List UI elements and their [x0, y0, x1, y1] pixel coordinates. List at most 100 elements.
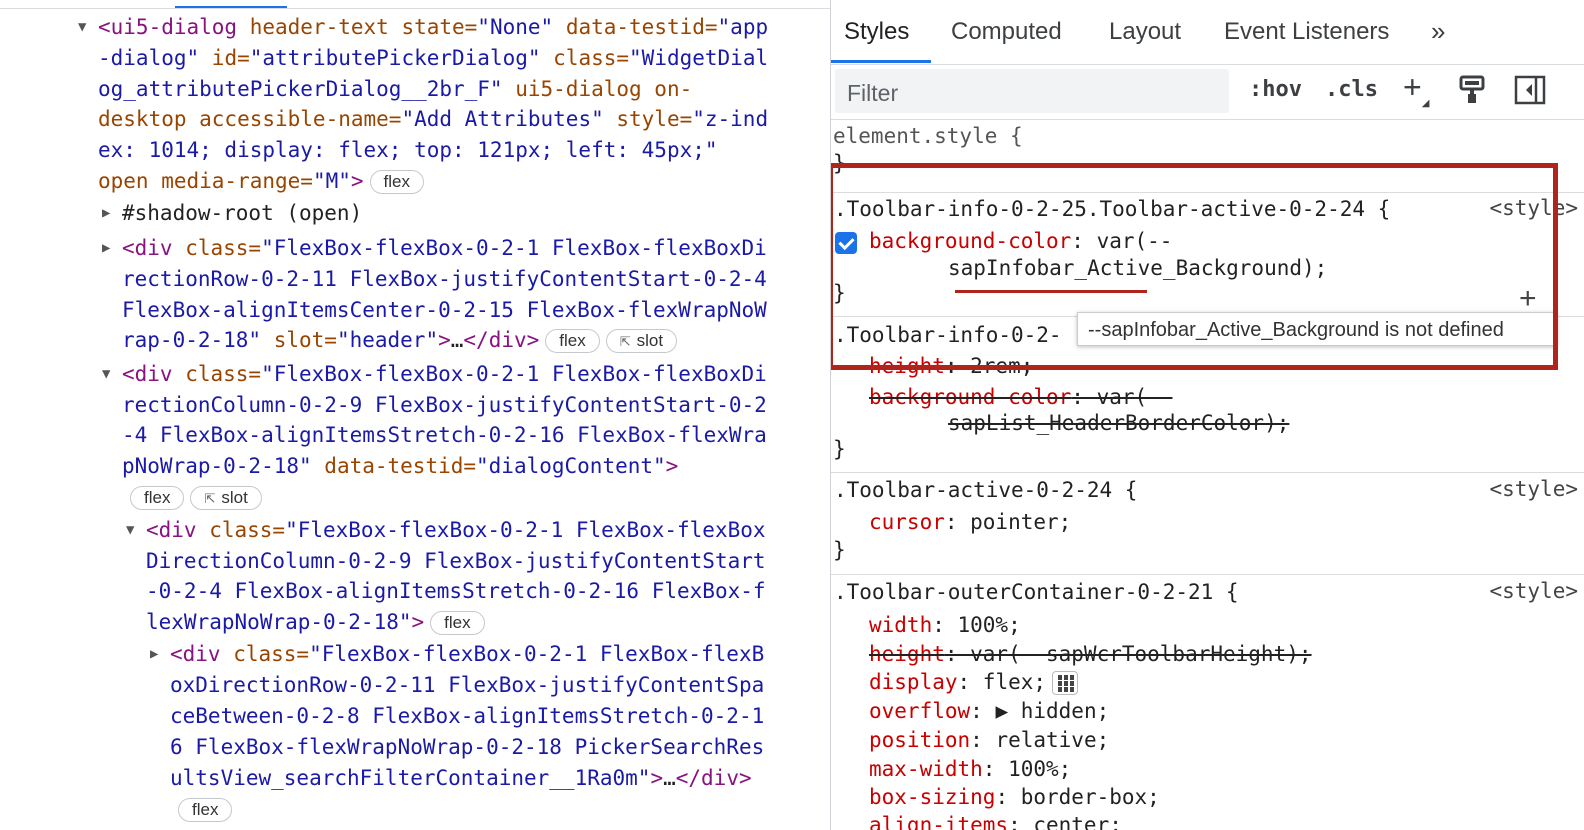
dom-node-line[interactable]: rectionRow-0-2-11 FlexBox-justifyContent… — [122, 264, 767, 295]
hov-button[interactable]: :hov — [1249, 77, 1302, 102]
rule4-selector[interactable]: .Toolbar-outerContainer-0-2-21 { — [834, 577, 1239, 607]
dom-token: -4 FlexBox-alignItemsStretch-0-2-16 Flex… — [122, 423, 767, 447]
new-rule-plus-icon[interactable]: +◢ — [1403, 69, 1429, 109]
flex-badge[interactable]: flex — [545, 329, 600, 353]
dom-node-line[interactable]: ex: 1014; display: flex; top: 121px; lef… — [98, 135, 718, 166]
rule4-declaration-align-items[interactable]: align-items: center; — [869, 810, 1122, 830]
dom-node-line[interactable]: open media-range="M"> flex — [98, 166, 424, 197]
rule3-close: } — [833, 538, 846, 562]
slot-badge[interactable]: ⇱ slot — [605, 329, 678, 353]
dom-token: "None" — [477, 15, 566, 39]
css-property: position — [869, 728, 971, 752]
selected-tab-indicator — [175, 0, 287, 8]
undefined-var-underline — [955, 290, 1147, 293]
flex-badge[interactable]: flex — [430, 611, 485, 635]
dom-node-line[interactable]: DirectionColumn-0-2-9 FlexBox-justifyCon… — [146, 546, 766, 577]
dom-node-line[interactable]: <div class="FlexBox-flexBox-0-2-1 FlexBo… — [122, 233, 767, 264]
collapse-triangle-icon[interactable]: ▼ — [78, 12, 86, 43]
add-declaration-plus-icon[interactable]: + — [1519, 282, 1537, 316]
dom-token: "FlexBox-flexBox-0-2-1 FlexBox-flexB — [309, 642, 765, 666]
dom-token: rectionRow-0-2-11 FlexBox-justifyContent… — [122, 267, 767, 291]
slot-badge[interactable]: ⇱ slot — [190, 486, 262, 510]
dom-node-line[interactable]: -dialog" id="attributePickerDialog" clas… — [98, 43, 768, 74]
rule4-declaration-max-width[interactable]: max-width: 100%; — [869, 754, 1071, 784]
dom-node-line[interactable]: <div class="FlexBox-flexBox-0-2-1 FlexBo… — [170, 639, 764, 670]
css-property: display — [869, 670, 958, 694]
collapse-triangle-icon[interactable]: ▼ — [126, 515, 134, 546]
rule1-declaration[interactable]: background-color: var(-- — [869, 226, 1172, 256]
dom-token: > — [650, 766, 664, 790]
dom-node-line[interactable]: rap-0-2-18" slot="header">…</div> flex ⇱ sl… — [122, 325, 678, 356]
dom-node-line[interactable]: ceBetween-0-2-8 FlexBox-alignItemsStretc… — [170, 701, 764, 732]
dom-node-line[interactable]: <div class="FlexBox-flexBox-0-2-1 FlexBo… — [122, 359, 767, 390]
rule1-selector[interactable]: .Toolbar-info-0-2-25.Toolbar-active-0-2-… — [834, 194, 1390, 224]
dom-node-line[interactable]: -0-2-4 FlexBox-alignItemsStretch-0-2-16 … — [146, 576, 766, 607]
badge-label: flex — [559, 331, 586, 350]
expand-triangle-icon[interactable]: ▶ — [102, 198, 110, 229]
rule4-declaration-box-sizing[interactable]: box-sizing: border-box; — [869, 782, 1160, 812]
rule4-source-link[interactable]: <style> — [1489, 579, 1578, 603]
dom-node-line[interactable]: <ui5-dialog header-text state="None" dat… — [98, 12, 768, 43]
rule4-declaration-display[interactable]: display: flex; — [869, 667, 1079, 697]
dom-token: ui5-dialog on- — [515, 77, 693, 101]
dom-token: og_attributePickerDialog__2br_F" — [98, 77, 516, 101]
badge-label: flex — [383, 172, 410, 191]
rule3-source-link[interactable]: <style> — [1489, 477, 1578, 501]
expand-triangle-icon[interactable]: ▶ — [150, 639, 158, 670]
dom-node-line[interactable]: oxDirectionRow-0-2-11 FlexBox-justifyCon… — [170, 670, 764, 701]
rule2-selector[interactable]: .Toolbar-info-0-2- — [834, 320, 1062, 350]
dom-token: style= — [616, 107, 693, 131]
rule3-declaration[interactable]: cursor: pointer; — [869, 507, 1071, 537]
tab-styles[interactable]: Styles — [844, 18, 909, 46]
tab-layout[interactable]: Layout — [1109, 18, 1181, 46]
dom-token: <div — [170, 642, 234, 666]
dom-token: > — [350, 169, 364, 193]
rule2-decl-height[interactable]: height: 2rem; — [869, 351, 1033, 381]
dom-node-line[interactable]: lexWrapNoWrap-0-2-18"> flex — [146, 607, 485, 638]
rule3-selector[interactable]: .Toolbar-active-0-2-24 { — [834, 475, 1137, 505]
dom-token: "FlexBox-flexBox-0-2-1 FlexBox-flexBox — [285, 518, 766, 542]
rule1-source-link[interactable]: <style> — [1489, 196, 1578, 220]
dom-node-line[interactable]: ultsView_searchFilterContainer__1Ra0m">…… — [170, 763, 752, 794]
rule4-declaration-height[interactable]: height: var(--sapWcrToolbarHeight); — [869, 639, 1312, 669]
tab-computed[interactable]: Computed — [951, 18, 1062, 46]
dom-token: ex: 1014; display: flex; top: 121px; lef… — [98, 138, 718, 162]
dom-node-line[interactable]: flex — [178, 794, 233, 825]
rule4-declaration-width[interactable]: width: 100%; — [869, 610, 1021, 640]
dom-node-line[interactable]: <div class="FlexBox-flexBox-0-2-1 FlexBo… — [146, 515, 766, 546]
dom-node-line[interactable]: pNoWrap-0-2-18" data-testid="dialogConte… — [122, 451, 678, 482]
dom-token: … — [663, 766, 676, 790]
dom-node-line[interactable]: 6 FlexBox-flexWrapNoWrap-0-2-18 PickerSe… — [170, 732, 764, 763]
toggle-sidebar-icon[interactable] — [1514, 75, 1546, 109]
slot-reveal-icon: ⇱ — [619, 334, 631, 349]
expand-triangle-icon[interactable]: ▶ — [102, 233, 110, 264]
dom-token: "M" — [312, 169, 351, 193]
element-style-selector[interactable]: element.style { — [833, 121, 1023, 151]
active-tab-underline — [831, 60, 931, 63]
css-value: : relative; — [970, 728, 1110, 752]
rule1-checkbox[interactable] — [835, 232, 857, 254]
flex-badge[interactable]: flex — [130, 486, 185, 510]
flex-badge[interactable]: flex — [178, 798, 233, 822]
dom-node-line[interactable]: -4 FlexBox-alignItemsStretch-0-2-16 Flex… — [122, 420, 767, 451]
dom-node-line[interactable]: rectionColumn-0-2-9 FlexBox-justifyConte… — [122, 390, 767, 421]
dom-token: "app — [717, 15, 769, 39]
dom-node-line[interactable]: #shadow-root (open) — [122, 198, 362, 229]
dom-node-line[interactable]: desktop accessible-name="Add Attributes"… — [98, 104, 768, 135]
dom-token: DirectionColumn-0-2-9 FlexBox-justifyCon… — [146, 549, 766, 573]
rule4-declaration-overflow[interactable]: overflow: ▶ hidden; — [869, 696, 1109, 726]
filter-input[interactable]: Filter — [835, 69, 1229, 113]
tab-event-listeners[interactable]: Event Listeners — [1224, 18, 1389, 46]
badge-label: flex — [144, 488, 171, 507]
flexbox-editor-icon[interactable] — [1052, 671, 1079, 695]
rule4-declaration-position[interactable]: position: relative; — [869, 725, 1109, 755]
more-tabs-icon[interactable]: » — [1431, 16, 1445, 47]
dom-node-line[interactable]: og_attributePickerDialog__2br_F" ui5-dia… — [98, 74, 692, 105]
dom-node-line[interactable]: flex ⇱ slot — [130, 482, 262, 513]
flex-badge[interactable]: flex — [369, 170, 424, 194]
cls-button[interactable]: .cls — [1325, 77, 1378, 102]
dom-token: "WidgetDial — [629, 46, 769, 70]
paint-roller-icon[interactable] — [1459, 75, 1487, 109]
dom-node-line[interactable]: FlexBox-alignItemsCenter-0-2-15 FlexBox-… — [122, 295, 767, 326]
collapse-triangle-icon[interactable]: ▼ — [102, 359, 110, 390]
